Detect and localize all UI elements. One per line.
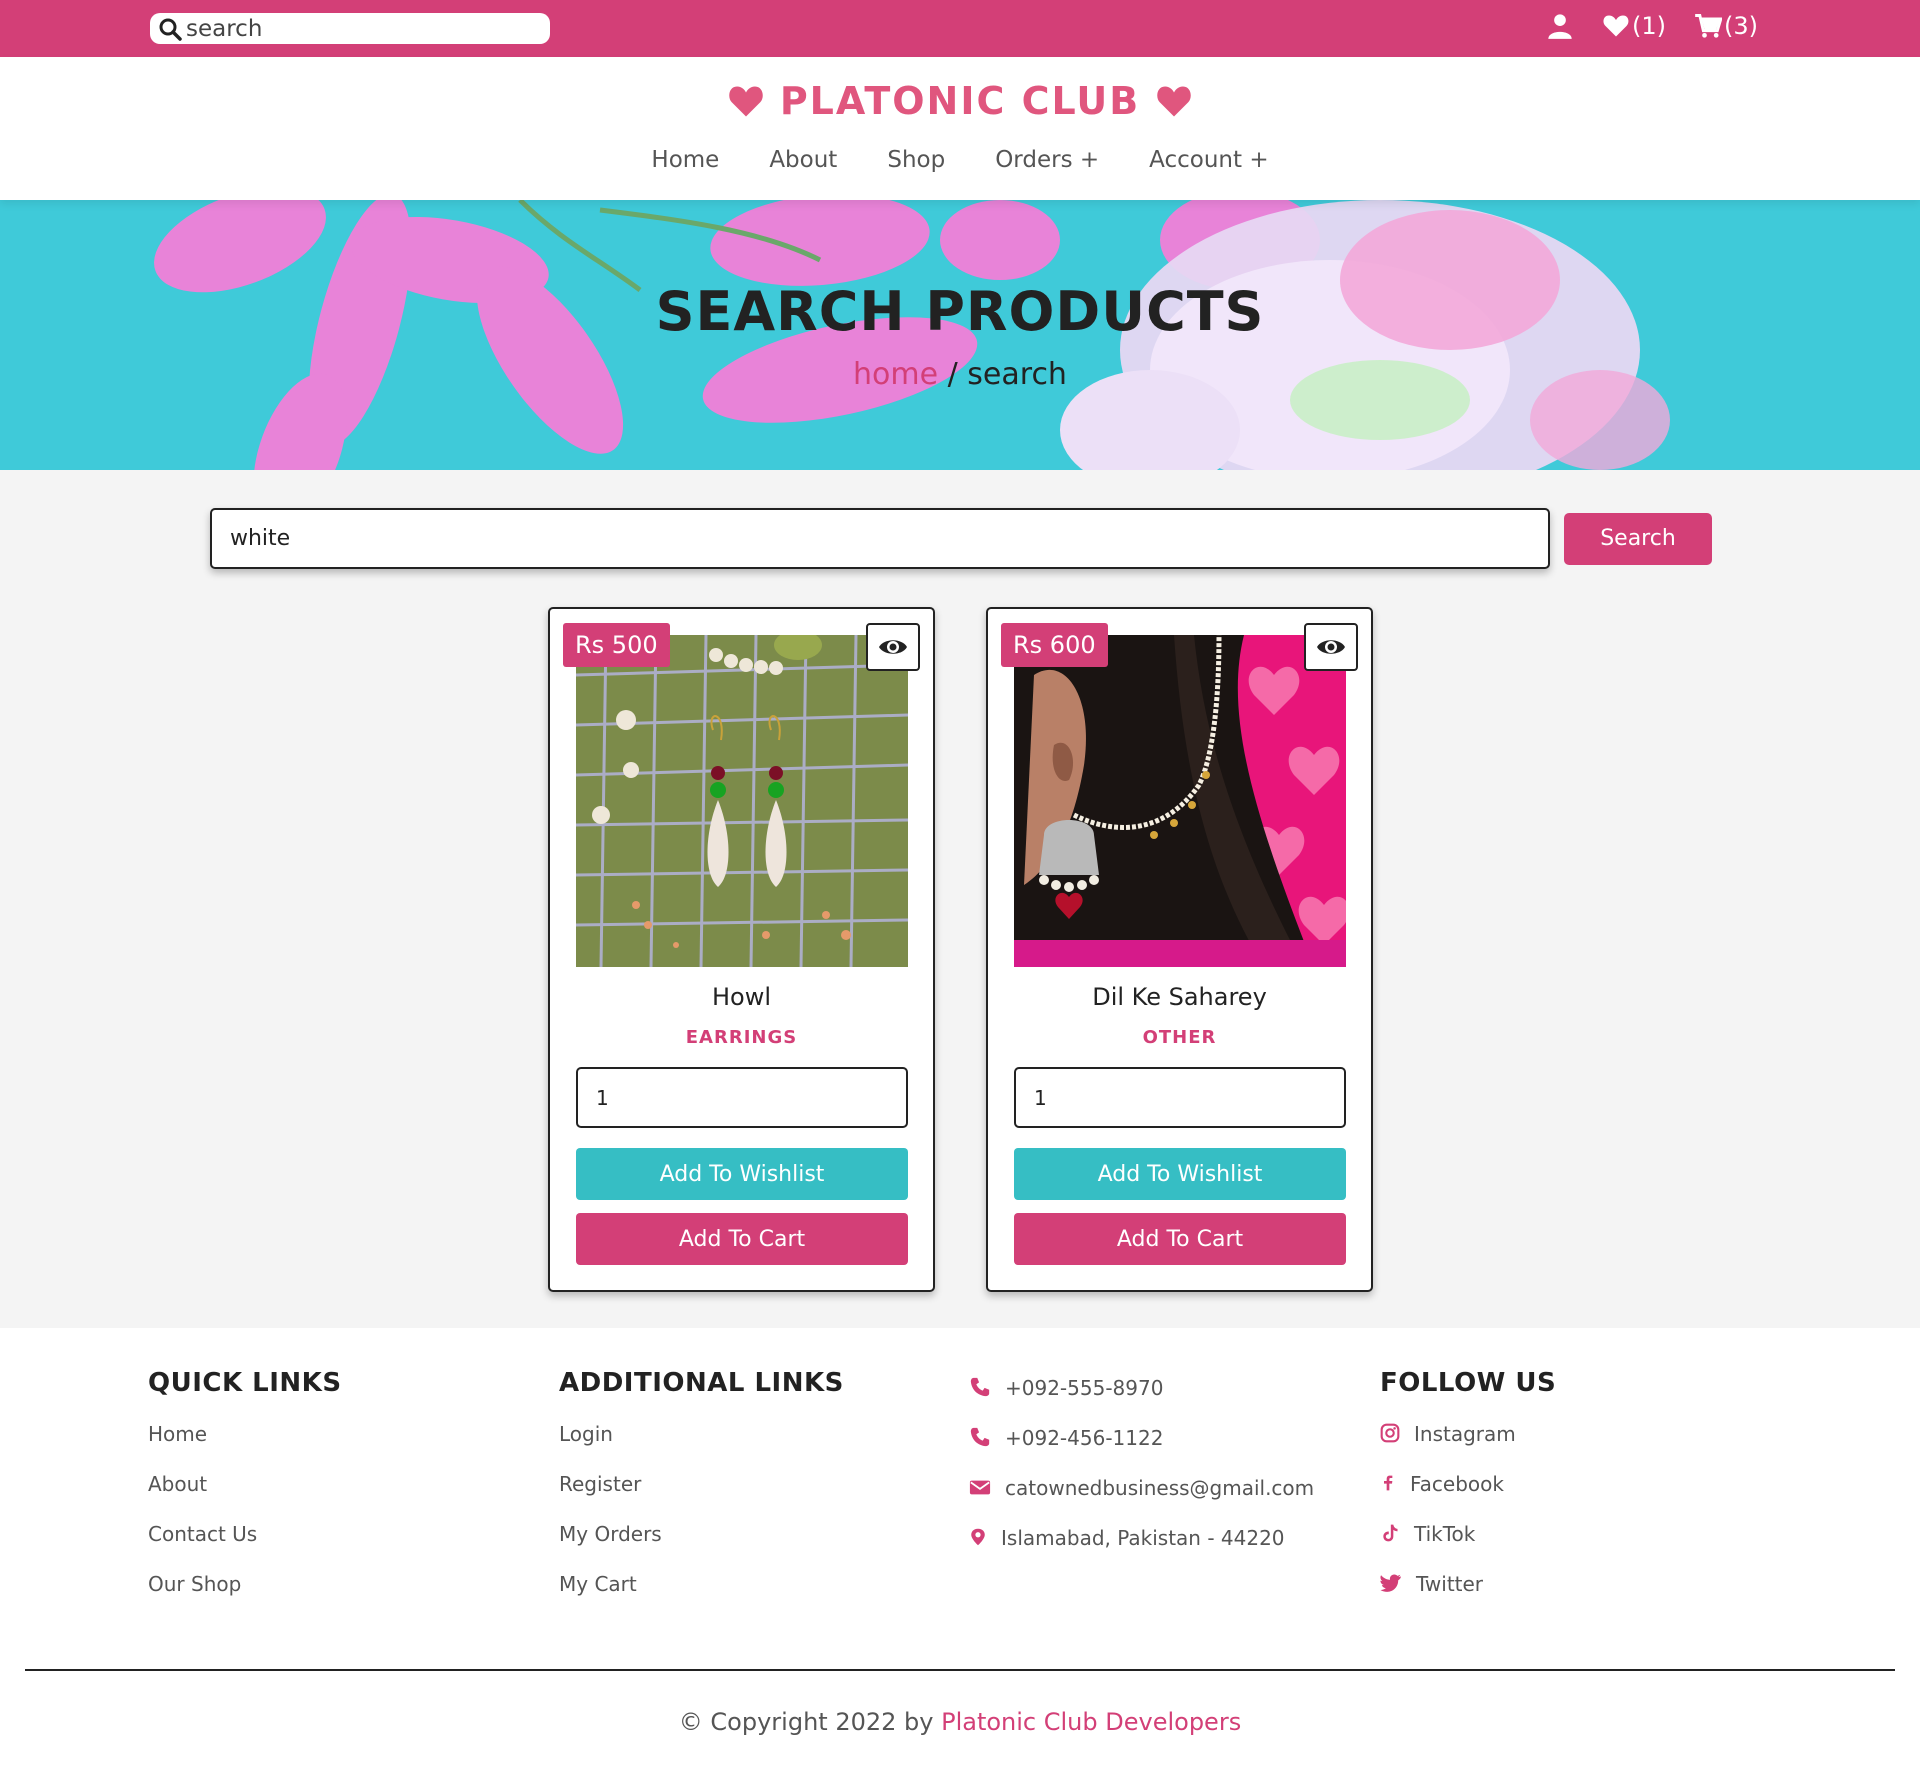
social-instagram[interactable]: Instagram <box>1380 1422 1556 1472</box>
copyright: © Copyright 2022 by Platonic Club Develo… <box>0 1708 1920 1736</box>
add-to-wishlist-button[interactable]: Add To Wishlist <box>1014 1148 1346 1200</box>
eye-icon <box>1317 640 1345 654</box>
social-label: Instagram <box>1414 1422 1516 1446</box>
social-label: Facebook <box>1410 1472 1504 1496</box>
add-to-cart-button[interactable]: Add To Cart <box>576 1213 908 1265</box>
heart-icon <box>729 86 763 116</box>
breadcrumb-home[interactable]: home <box>853 357 938 392</box>
email-address: catownedbusiness@gmail.com <box>1005 1476 1315 1500</box>
footer-link-home[interactable]: Home <box>148 1422 342 1472</box>
add-to-cart-button[interactable]: Add To Cart <box>1014 1213 1346 1265</box>
product-name: Howl <box>711 983 772 1011</box>
product-category: OTHER <box>1142 1027 1217 1048</box>
view-button[interactable] <box>866 623 920 671</box>
follow-us-title: FOLLOW US <box>1380 1368 1557 1398</box>
product-image[interactable] <box>1014 635 1346 967</box>
wishlist-link[interactable]: (1) <box>1602 12 1666 40</box>
cart-link[interactable]: (3) <box>1694 12 1758 40</box>
social-label: Twitter <box>1416 1572 1484 1596</box>
phone-number: +092-555-8970 <box>1005 1376 1164 1400</box>
footer-link-contact[interactable]: Contact Us <box>148 1522 342 1572</box>
product-image[interactable] <box>576 635 908 967</box>
add-to-wishlist-button[interactable]: Add To Wishlist <box>576 1148 908 1200</box>
search-form: white Search <box>210 508 1712 569</box>
breadcrumb-separator: / <box>938 357 968 392</box>
social-twitter[interactable]: Twitter <box>1380 1572 1556 1622</box>
wishlist-count: (1) <box>1632 12 1666 40</box>
page-title: SEARCH PRODUCTS <box>655 280 1265 343</box>
logo[interactable]: PLATONIC CLUB <box>0 57 1920 123</box>
envelope-icon <box>969 1480 991 1495</box>
search-section: white Search Rs 500 Howl EARRINGS 1 Add … <box>0 470 1920 1328</box>
quantity-input[interactable]: 1 <box>1014 1067 1346 1128</box>
contact-address: Islamabad, Pakistan - 44220 <box>969 1526 1314 1576</box>
follow-us: FOLLOW US Instagram Facebook TikTok Twit… <box>1380 1368 1556 1622</box>
search-icon[interactable] <box>158 17 182 41</box>
facebook-icon <box>1384 1475 1393 1491</box>
cart-icon <box>1695 14 1722 38</box>
social-facebook[interactable]: Facebook <box>1380 1472 1556 1522</box>
phone-icon <box>970 1427 990 1447</box>
footer-link-login[interactable]: Login <box>559 1422 844 1472</box>
view-button[interactable] <box>1304 623 1358 671</box>
contact-phone-2[interactable]: +092-456-1122 <box>969 1426 1314 1476</box>
breadcrumb-current: search <box>967 357 1067 392</box>
product-card: Rs 600 Dil Ke Saharey OTHER 1 Add To Wis… <box>986 607 1373 1292</box>
social-label: TikTok <box>1414 1522 1476 1546</box>
quantity-input[interactable]: 1 <box>576 1067 908 1128</box>
map-pin-icon <box>971 1528 985 1546</box>
twitter-icon <box>1380 1574 1401 1592</box>
footer-link-shop[interactable]: Our Shop <box>148 1572 342 1622</box>
footer-divider <box>25 1669 1895 1671</box>
quick-links-title: QUICK LINKS <box>148 1368 342 1398</box>
phone-icon <box>970 1377 990 1397</box>
top-bar: (1) (3) <box>0 0 1920 57</box>
additional-links-title: ADDITIONAL LINKS <box>559 1368 844 1398</box>
additional-links: ADDITIONAL LINKS Login Register My Order… <box>559 1368 844 1622</box>
main-nav: Home About Shop Orders + Account + <box>0 147 1920 173</box>
product-grid: Rs 500 Howl EARRINGS 1 Add To Wishlist A… <box>548 607 1373 1292</box>
developer-link[interactable]: Platonic Club Developers <box>941 1708 1241 1736</box>
nav-about[interactable]: About <box>769 147 837 173</box>
hero-banner: SEARCH PRODUCTS home / search <box>0 200 1920 470</box>
search-button[interactable]: Search <box>1564 512 1712 565</box>
price-badge: Rs 600 <box>1001 623 1108 667</box>
top-search-input[interactable] <box>186 15 536 42</box>
cart-count: (3) <box>1724 12 1758 40</box>
instagram-icon <box>1380 1423 1400 1443</box>
footer-link-orders[interactable]: My Orders <box>559 1522 844 1572</box>
site-header: PLATONIC CLUB Home About Shop Orders + A… <box>0 57 1920 200</box>
contact-info: +092-555-8970 +092-456-1122 catownedbusi… <box>969 1376 1314 1576</box>
top-icons: (1) (3) <box>1546 12 1758 40</box>
phone-number: +092-456-1122 <box>1005 1426 1164 1450</box>
footer-link-cart[interactable]: My Cart <box>559 1572 844 1622</box>
copyright-text: © Copyright 2022 by <box>678 1708 942 1736</box>
heart-icon <box>1157 86 1191 116</box>
product-category: EARRINGS <box>685 1027 798 1048</box>
nav-shop[interactable]: Shop <box>887 147 945 173</box>
price-badge: Rs 500 <box>563 623 670 667</box>
contact-email[interactable]: catownedbusiness@gmail.com <box>969 1476 1314 1526</box>
top-search-box[interactable] <box>150 13 550 44</box>
search-input[interactable]: white <box>210 508 1550 569</box>
nav-account[interactable]: Account + <box>1149 147 1268 173</box>
product-name: Dil Ke Saharey <box>1092 983 1267 1011</box>
product-card: Rs 500 Howl EARRINGS 1 Add To Wishlist A… <box>548 607 935 1292</box>
site-footer: QUICK LINKS Home About Contact Us Our Sh… <box>0 1328 1920 1775</box>
heart-icon <box>1603 15 1629 37</box>
quick-links: QUICK LINKS Home About Contact Us Our Sh… <box>148 1368 342 1622</box>
logo-text: PLATONIC CLUB <box>779 79 1141 123</box>
contact-phone-1[interactable]: +092-555-8970 <box>969 1376 1314 1426</box>
social-tiktok[interactable]: TikTok <box>1380 1522 1556 1572</box>
nav-home[interactable]: Home <box>651 147 719 173</box>
eye-icon <box>879 640 907 654</box>
nav-orders[interactable]: Orders + <box>995 147 1099 173</box>
address-text: Islamabad, Pakistan - 44220 <box>1001 1526 1285 1550</box>
breadcrumb: home / search <box>0 357 1920 392</box>
tiktok-icon <box>1383 1524 1398 1542</box>
footer-link-register[interactable]: Register <box>559 1472 844 1522</box>
footer-link-about[interactable]: About <box>148 1472 342 1522</box>
user-icon[interactable] <box>1546 12 1574 40</box>
